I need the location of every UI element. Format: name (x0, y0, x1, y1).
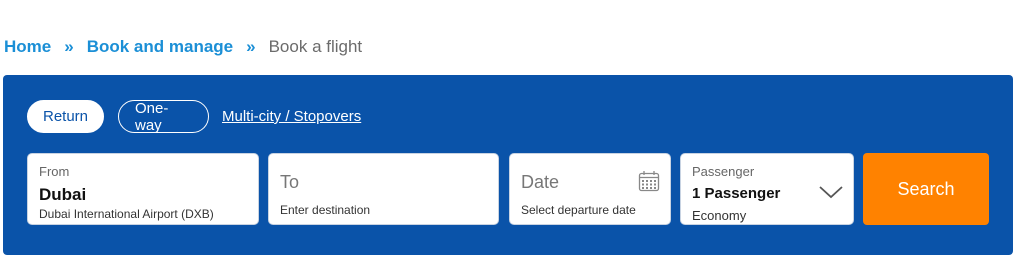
date-label: Date (521, 172, 560, 192)
trip-type-one-way[interactable]: One-way (118, 100, 209, 134)
date-field[interactable]: Date Select departure date (509, 153, 671, 225)
breadcrumb-separator: » (246, 37, 256, 56)
calendar-icon (638, 171, 660, 192)
breadcrumb-separator: » (64, 37, 74, 56)
chevron-down-icon[interactable] (818, 184, 844, 200)
passenger-count: 1 Passenger (692, 185, 781, 202)
to-placeholder: Enter destination (280, 203, 371, 217)
flight-search-panel: Return One-way Multi-city / Stopovers Fr… (3, 75, 1013, 255)
passenger-cabin: Economy (692, 208, 747, 223)
trip-type-return[interactable]: Return (27, 100, 104, 133)
from-city: Dubai (39, 185, 87, 204)
date-placeholder: Select departure date (521, 203, 636, 217)
passenger-label: Passenger (692, 164, 755, 179)
to-label: To (280, 172, 300, 192)
passenger-field[interactable]: Passenger 1 Passenger Economy (680, 153, 854, 225)
trip-type-selector: Return One-way Multi-city / Stopovers (27, 100, 361, 134)
from-airport: Dubai International Airport (DXB) (39, 207, 214, 221)
to-field[interactable]: To Enter destination (268, 153, 499, 225)
breadcrumb-home-link[interactable]: Home (4, 37, 51, 57)
breadcrumb-book-manage-link[interactable]: Book and manage (87, 37, 233, 57)
breadcrumb: Home » Book and manage » Book a flight (4, 37, 362, 57)
from-field[interactable]: From Dubai Dubai International Airport (… (27, 153, 259, 225)
search-button[interactable]: Search (863, 153, 989, 225)
from-label: From (39, 164, 70, 179)
breadcrumb-current: Book a flight (268, 37, 363, 56)
trip-type-multi-city-link[interactable]: Multi-city / Stopovers (222, 108, 361, 125)
